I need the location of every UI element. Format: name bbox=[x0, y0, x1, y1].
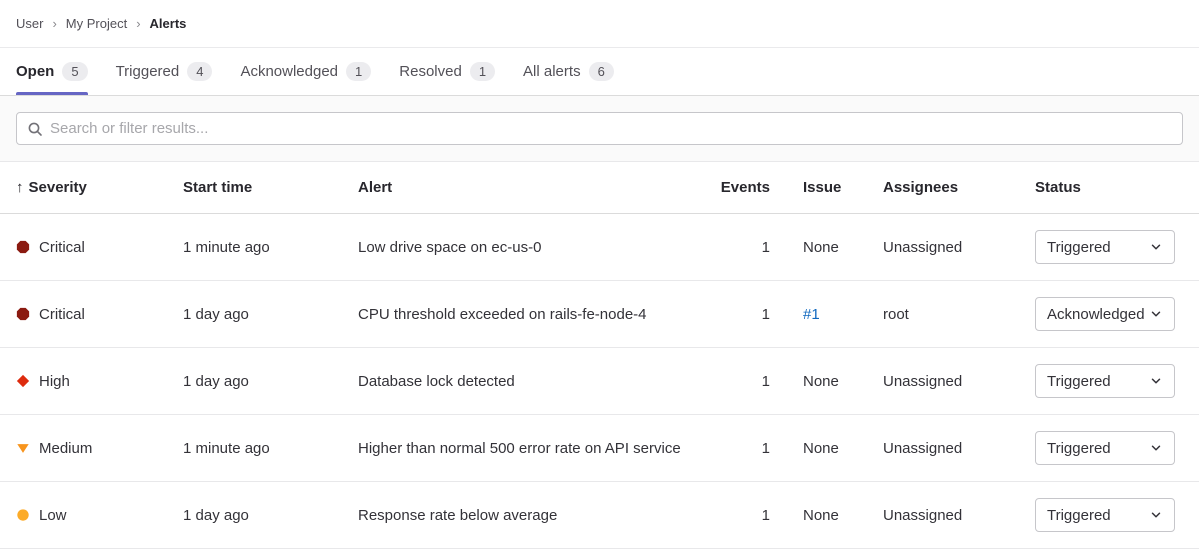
breadcrumb-separator-icon: › bbox=[136, 16, 140, 31]
table-row: Medium 1 minute ago Higher than normal 5… bbox=[0, 415, 1199, 482]
status-value: Triggered bbox=[1047, 440, 1111, 457]
critical-octagon-icon bbox=[16, 307, 30, 321]
issue-cell: None bbox=[770, 239, 883, 256]
events-count: 1 bbox=[710, 507, 770, 524]
table-row: High 1 day ago Database lock detected 1 … bbox=[0, 348, 1199, 415]
high-diamond-icon bbox=[16, 374, 30, 388]
severity-label: Critical bbox=[39, 239, 85, 256]
alert-title[interactable]: Database lock detected bbox=[358, 373, 710, 390]
tab-label: Open bbox=[16, 63, 54, 80]
low-circle-icon bbox=[16, 508, 30, 522]
issue-cell: None bbox=[770, 440, 883, 457]
alerts-table: ↑Severity Start time Alert Events Issue … bbox=[0, 162, 1199, 549]
sort-arrow-up-icon: ↑ bbox=[16, 179, 24, 196]
status-dropdown[interactable]: Triggered bbox=[1035, 431, 1175, 465]
tab-count-badge: 5 bbox=[62, 62, 87, 81]
severity-label: Medium bbox=[39, 440, 92, 457]
events-count: 1 bbox=[710, 306, 770, 323]
chevron-down-icon bbox=[1149, 307, 1163, 321]
alert-title[interactable]: Response rate below average bbox=[358, 507, 710, 524]
medium-triangle-down-icon bbox=[16, 441, 30, 455]
alert-status-tabs: Open 5 Triggered 4 Acknowledged 1 Resolv… bbox=[0, 48, 1199, 96]
tab-acknowledged[interactable]: Acknowledged 1 bbox=[240, 48, 371, 95]
search-icon bbox=[27, 121, 43, 137]
status-dropdown[interactable]: Triggered bbox=[1035, 364, 1175, 398]
tab-count-badge: 1 bbox=[346, 62, 371, 81]
chevron-down-icon bbox=[1149, 374, 1163, 388]
events-count: 1 bbox=[710, 239, 770, 256]
column-header-alert[interactable]: Alert bbox=[358, 179, 710, 196]
tab-label: Acknowledged bbox=[240, 63, 338, 80]
status-dropdown[interactable]: Triggered bbox=[1035, 230, 1175, 264]
status-value: Triggered bbox=[1047, 239, 1111, 256]
assignees-cell: Unassigned bbox=[883, 373, 1029, 390]
alert-title[interactable]: Low drive space on ec-us-0 bbox=[358, 239, 710, 256]
severity-label: High bbox=[39, 373, 70, 390]
breadcrumb-my-project[interactable]: My Project bbox=[66, 16, 127, 31]
column-header-severity[interactable]: ↑ Severity bbox=[16, 179, 183, 196]
status-value: Triggered bbox=[1047, 373, 1111, 390]
tab-triggered[interactable]: Triggered 4 bbox=[116, 48, 213, 95]
breadcrumb-alerts: Alerts bbox=[150, 16, 187, 31]
issue-link[interactable]: #1 bbox=[770, 306, 883, 323]
table-row: Low 1 day ago Response rate below averag… bbox=[0, 482, 1199, 549]
tab-count-badge: 6 bbox=[589, 62, 614, 81]
events-count: 1 bbox=[710, 440, 770, 457]
chevron-down-icon bbox=[1149, 441, 1163, 455]
tab-count-badge: 1 bbox=[470, 62, 495, 81]
start-time: 1 day ago bbox=[183, 507, 358, 524]
search-band bbox=[0, 96, 1199, 162]
tab-open[interactable]: Open 5 bbox=[16, 48, 88, 95]
tab-label: Triggered bbox=[116, 63, 180, 80]
column-header-start-time[interactable]: Start time bbox=[183, 179, 358, 196]
table-header: ↑Severity Start time Alert Events Issue … bbox=[0, 162, 1199, 214]
tab-resolved[interactable]: Resolved 1 bbox=[399, 48, 495, 95]
column-header-events[interactable]: Events bbox=[710, 179, 770, 196]
status-value: Acknowledged bbox=[1047, 306, 1145, 323]
status-dropdown[interactable]: Acknowledged bbox=[1035, 297, 1175, 331]
status-dropdown[interactable]: Triggered bbox=[1035, 498, 1175, 532]
assignees-cell: Unassigned bbox=[883, 440, 1029, 457]
column-header-assignees[interactable]: Assignees bbox=[883, 179, 1029, 196]
breadcrumb: User › My Project › Alerts bbox=[0, 0, 1199, 48]
tab-label: Resolved bbox=[399, 63, 462, 80]
alert-title[interactable]: CPU threshold exceeded on rails-fe-node-… bbox=[358, 306, 710, 323]
table-row: Critical 1 minute ago Low drive space on… bbox=[0, 214, 1199, 281]
issue-cell: None bbox=[770, 507, 883, 524]
start-time: 1 minute ago bbox=[183, 239, 358, 256]
breadcrumb-user[interactable]: User bbox=[16, 16, 43, 31]
table-row: Critical 1 day ago CPU threshold exceede… bbox=[0, 281, 1199, 348]
tab-label: All alerts bbox=[523, 63, 581, 80]
critical-octagon-icon bbox=[16, 240, 30, 254]
start-time: 1 day ago bbox=[183, 373, 358, 390]
severity-label: Critical bbox=[39, 306, 85, 323]
search-box[interactable] bbox=[16, 112, 1183, 145]
search-input[interactable] bbox=[50, 120, 1172, 137]
start-time: 1 minute ago bbox=[183, 440, 358, 457]
events-count: 1 bbox=[710, 373, 770, 390]
start-time: 1 day ago bbox=[183, 306, 358, 323]
assignees-cell: Unassigned bbox=[883, 239, 1029, 256]
assignees-cell: Unassigned bbox=[883, 507, 1029, 524]
tab-count-badge: 4 bbox=[187, 62, 212, 81]
chevron-down-icon bbox=[1149, 508, 1163, 522]
tab-all-alerts[interactable]: All alerts 6 bbox=[523, 48, 614, 95]
breadcrumb-separator-icon: › bbox=[52, 16, 56, 31]
status-value: Triggered bbox=[1047, 507, 1111, 524]
column-header-status[interactable]: Status bbox=[1029, 179, 1183, 196]
column-header-issue[interactable]: Issue bbox=[770, 179, 883, 196]
chevron-down-icon bbox=[1149, 240, 1163, 254]
column-label: Severity bbox=[29, 179, 87, 196]
alert-title[interactable]: Higher than normal 500 error rate on API… bbox=[358, 440, 710, 457]
alerts-page: User › My Project › Alerts Open 5 Trigge… bbox=[0, 0, 1199, 554]
severity-label: Low bbox=[39, 507, 67, 524]
assignees-cell: root bbox=[883, 306, 1029, 323]
issue-cell: None bbox=[770, 373, 883, 390]
